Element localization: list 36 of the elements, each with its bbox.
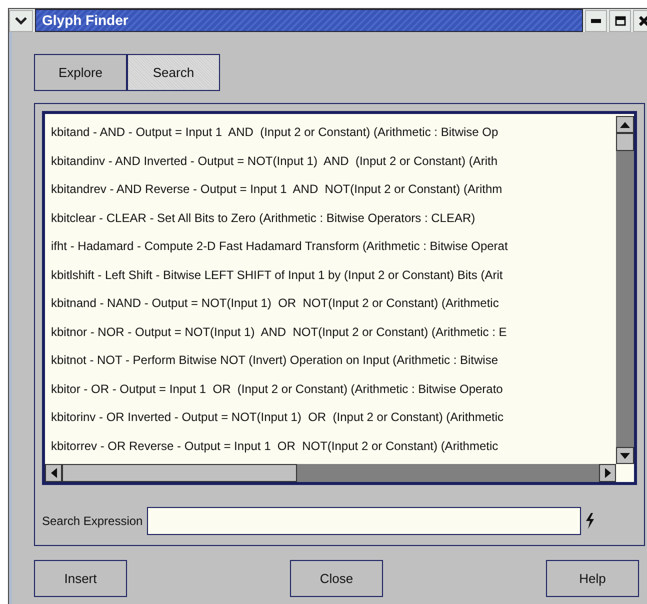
list-item[interactable]: kbitand - AND - Output = Input 1 AND (Input 2 or Constant) (Arithmetic : Bitwise Op: [51, 118, 498, 146]
search-field[interactable]: [146, 507, 581, 535]
window-menu-button[interactable]: [9, 10, 33, 32]
minimize-icon: [591, 18, 601, 22]
list-item[interactable]: kbitorinv - OR Inverted - Output = NOT(Input 1) OR (Input 2 or Constant) (Arithmetic: [51, 403, 504, 432]
list-item[interactable]: kbitclear - CLEAR - Set All Bits to Zero (Arithmetic : Bitwise Operators : CLEAR): [51, 204, 476, 232]
lightning-icon: [584, 513, 595, 529]
right-arrow-icon: [604, 468, 610, 478]
dialog-button[interactable]: Close: [290, 560, 383, 597]
vertical-scrollbar[interactable]: [616, 116, 634, 464]
chevron-down-icon: [15, 16, 27, 24]
list-item[interactable]: kbitlshift - Left Shift - Bitwise LEFT SHIFT of Input 1 by (Input 2 or Constant) Bits (Arit: [51, 260, 503, 289]
up-arrow-icon: [620, 122, 630, 128]
down-arrow-icon: [620, 452, 630, 458]
search-label: Search Expression: [42, 514, 143, 528]
list-item[interactable]: kbitorrev - OR Reverse - Output = Input 1 OR NOT(Input 2 or Constant) (Arithmetic: [51, 432, 498, 460]
dialog-button[interactable]: Help: [546, 560, 639, 597]
list-item[interactable]: kbitnand - NAND - Output = NOT(Input 1) OR NOT(Input 2 or Constant) (Arithmetic: [51, 289, 499, 318]
list-item[interactable]: kbitandinv - AND Inverted - Output = NOT(Input 1) AND (Input 2 or Constant) (Arith: [51, 146, 498, 175]
scroll-thumb[interactable]: [616, 133, 634, 151]
tab[interactable]: Search: [127, 54, 220, 91]
maximize-button[interactable]: [609, 10, 631, 32]
list-item[interactable]: kbitnot - NOT - Perform Bitwise NOT (Invert) Operation on Input (Arithmetic : Bitwise: [51, 346, 498, 374]
list-item[interactable]: kbitor - OR - Output = Input 1 OR (Input 2 or Constant) (Arithmetic : Bitwise Operato: [51, 374, 503, 403]
window-title: Glyph Finder: [35, 9, 583, 32]
tab[interactable]: Explore: [34, 54, 127, 91]
minimize-button[interactable]: [585, 10, 607, 32]
horizontal-scrollbar[interactable]: [45, 464, 616, 482]
list-item[interactable]: ifht - Hadamard - Compute 2-D Fast Hadamard Transform (Arithmetic : Bitwise Operat: [51, 232, 508, 260]
dialog-button[interactable]: Insert: [34, 560, 127, 597]
left-arrow-icon: [50, 468, 56, 478]
list-item[interactable]: kbitandrev - AND Reverse - Output = Input 1 AND NOT(Input 2 or Constant) (Arithm: [51, 175, 502, 204]
list-item[interactable]: kbitnor - NOR - Output = NOT(Input 1) AND NOT(Input 2 or Constant) (Arithmetic : E: [51, 318, 507, 346]
scroll-thumb[interactable]: [62, 464, 297, 482]
maximize-icon: [614, 16, 626, 26]
close-icon: [639, 16, 647, 26]
